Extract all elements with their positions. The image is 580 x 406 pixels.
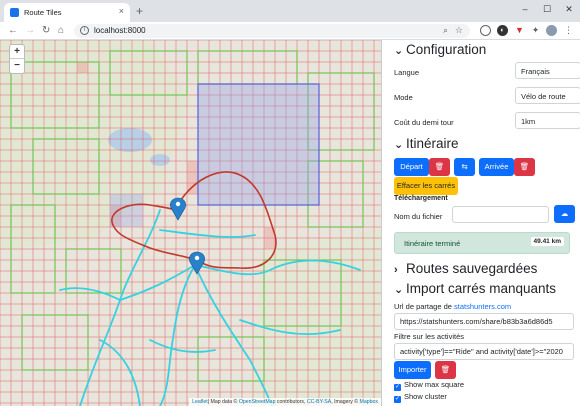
favicon-icon — [10, 8, 19, 17]
trash-icon: 🗑 — [434, 162, 445, 171]
status-text: Itinéraire terminé — [404, 239, 461, 248]
filter-label: Filtre sur les activités — [394, 332, 465, 341]
mode-value: Vélo de route — [521, 92, 566, 101]
zoom-icon[interactable]: ⌕ — [443, 25, 448, 36]
tab-bar: Route Tiles × + – ☐ ✕ — [0, 0, 580, 22]
route-status-alert: Itinéraire terminé 49.41 km — [394, 232, 570, 254]
cluster-square — [110, 194, 143, 227]
extensions-puzzle-icon[interactable]: ✦ — [530, 25, 541, 36]
tab-close-icon[interactable]: × — [119, 6, 124, 16]
leaflet-link[interactable]: Leaflet — [192, 399, 208, 405]
menu-kebab-icon[interactable]: ⋮ — [563, 25, 574, 36]
back-icon[interactable]: ← — [8, 24, 18, 38]
browser-tab[interactable]: Route Tiles × — [4, 3, 130, 22]
show-cluster-checkbox[interactable]: ✓ Show cluster — [394, 392, 447, 403]
address-bar[interactable]: i localhost:8000 ⌕ ☆ — [74, 24, 470, 38]
extension-icon-1[interactable] — [480, 25, 491, 36]
importer-button[interactable]: Importer — [394, 361, 431, 379]
routes-sauvegardees-title: Routes sauvegardées — [406, 261, 538, 276]
demi-tour-label: Coût du demi tour — [394, 118, 454, 127]
arrivee-button[interactable]: Arrivée — [479, 158, 514, 176]
show-max-square-checkbox[interactable]: ✓ Show max square — [394, 380, 464, 391]
url-text: localhost:8000 — [94, 26, 146, 35]
trash-icon: 🗑 — [440, 365, 451, 374]
mode-select[interactable]: Vélo de route — [515, 87, 580, 104]
zoom-out-button[interactable]: − — [10, 59, 24, 73]
attribution-text: | Map data © — [207, 399, 239, 405]
effacer-carres-button[interactable]: Effacer les carrés — [394, 177, 458, 195]
url-label: Url de partage de statshunters.com — [394, 302, 511, 311]
telechargement-label: Téléchargement — [394, 195, 448, 202]
map-view[interactable]: + − Leaflet| Map data © OpenStreetMap co… — [0, 40, 381, 406]
profile-avatar[interactable] — [546, 25, 557, 36]
configuration-header[interactable]: ⌄ Configuration — [394, 42, 486, 57]
osm-link[interactable]: OpenStreetMap — [239, 399, 276, 405]
show-cluster-label: Show cluster — [404, 392, 447, 401]
chevron-down-icon: ⌄ — [394, 139, 404, 151]
distance-badge: 49.41 km — [530, 237, 564, 246]
swap-button[interactable]: ⇆ — [454, 158, 475, 176]
chevron-right-icon: › — [394, 264, 398, 276]
configuration-title: Configuration — [406, 42, 487, 57]
max-square — [197, 83, 320, 206]
new-tab-button[interactable]: + — [136, 4, 143, 18]
attribution-contrib: contributors, — [275, 399, 307, 405]
tab-title: Route Tiles — [24, 8, 62, 17]
chevron-down-icon: ⌄ — [394, 284, 404, 296]
checkbox-checked-icon: ✓ — [394, 396, 401, 403]
langue-select[interactable]: Français — [515, 62, 580, 79]
share-url-input[interactable]: https://statshunters.com/share/b83b3a6d8… — [394, 313, 574, 330]
langue-label: Langue — [394, 68, 420, 77]
mapbox-link[interactable]: Mapbox — [360, 399, 378, 405]
routes-sauvegardees-header[interactable]: › Routes sauvegardées — [394, 261, 537, 276]
zoom-control: + − — [9, 44, 25, 74]
mode-label: Mode — [394, 93, 413, 102]
activity-filter-input[interactable]: activity['type']=="Ride" and activity['d… — [394, 343, 574, 360]
nom-fichier-input[interactable] — [452, 206, 549, 223]
bookmark-star-icon[interactable]: ☆ — [455, 25, 463, 36]
map-canvas[interactable] — [0, 40, 381, 406]
reload-icon[interactable]: ↻ — [42, 24, 50, 38]
delete-depart-button[interactable]: 🗑 — [429, 158, 450, 176]
itineraire-header[interactable]: ⌄ Itinéraire — [394, 136, 459, 151]
browser-chrome: Route Tiles × + – ☐ ✕ ← → ↻ ⌂ i localhos… — [0, 0, 580, 40]
forward-icon[interactable]: → — [25, 24, 35, 38]
extension-icon-2[interactable]: ◐ — [497, 25, 508, 36]
close-window-button[interactable]: ✕ — [558, 0, 580, 22]
extension-icon-3[interactable]: ▼ — [514, 25, 525, 36]
delete-arrivee-button[interactable]: 🗑 — [514, 158, 535, 176]
chevron-down-icon: ⌄ — [394, 45, 404, 57]
info-icon[interactable]: i — [80, 26, 89, 35]
show-max-square-label: Show max square — [404, 380, 465, 389]
zoom-in-button[interactable]: + — [10, 45, 24, 59]
attribution-imagery: , Imagery © — [331, 399, 360, 405]
demi-tour-select[interactable]: 1km — [515, 112, 580, 129]
nom-fichier-label: Nom du fichier — [394, 212, 443, 221]
langue-value: Français — [521, 67, 550, 76]
home-icon[interactable]: ⌂ — [58, 24, 64, 38]
swap-icon: ⇆ — [461, 162, 468, 171]
depart-button[interactable]: Départ — [394, 158, 429, 176]
url-label-prefix: Url de partage de — [394, 302, 455, 311]
browser-toolbar: ← → ↻ ⌂ i localhost:8000 ⌕ ☆ ◐ ▼ ✦ ⋮ — [0, 22, 580, 40]
maximize-button[interactable]: ☐ — [536, 0, 558, 22]
itineraire-title: Itinéraire — [406, 136, 459, 151]
side-panel: ⌄ Configuration Langue Français Mode Vélo… — [381, 40, 580, 406]
demi-tour-value: 1km — [521, 117, 536, 126]
map-attribution: Leaflet| Map data © OpenStreetMap contri… — [189, 398, 381, 406]
cloud-download-icon: ☁ — [560, 209, 569, 218]
window-controls: – ☐ ✕ — [514, 0, 580, 22]
delete-import-button[interactable]: 🗑 — [435, 361, 456, 379]
trash-icon: 🗑 — [519, 162, 530, 171]
checkbox-checked-icon: ✓ — [394, 384, 401, 391]
import-header[interactable]: ⌄ Import carrés manquants — [394, 281, 556, 296]
ccbysa-link[interactable]: CC-BY-SA — [307, 399, 331, 405]
import-title: Import carrés manquants — [406, 281, 557, 296]
minimize-button[interactable]: – — [514, 0, 536, 22]
download-button[interactable]: ☁ — [554, 205, 575, 223]
statshunters-link[interactable]: statshunters.com — [454, 302, 511, 311]
